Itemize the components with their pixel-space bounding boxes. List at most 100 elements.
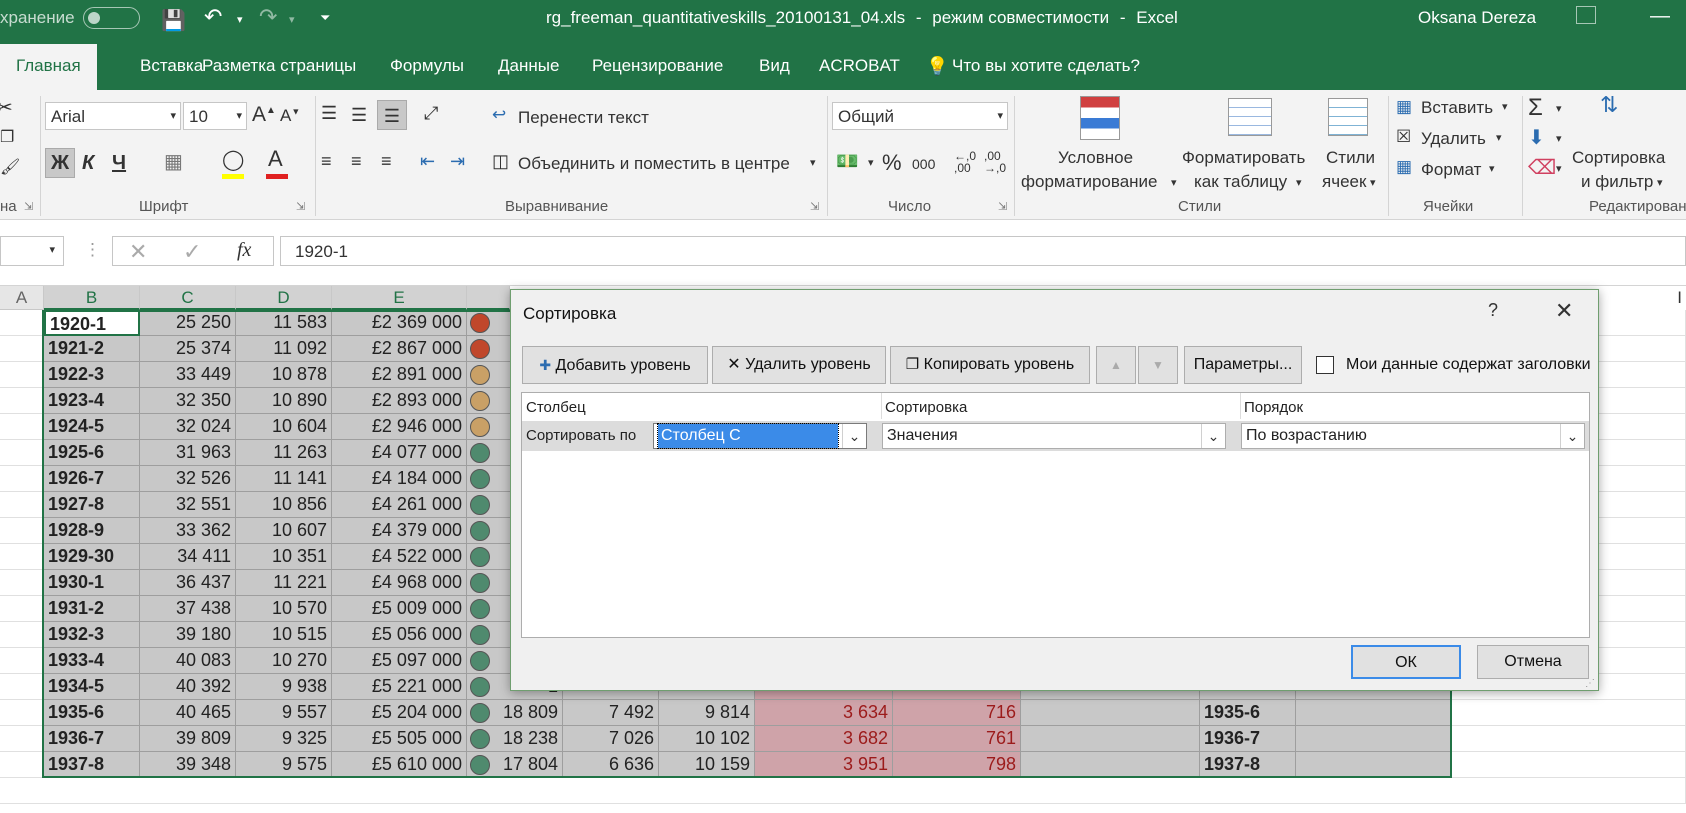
ok-button[interactable]: ОК xyxy=(1351,645,1461,679)
column-header-e[interactable]: E xyxy=(332,286,467,310)
wrap-text-icon[interactable]: ↩ xyxy=(492,106,506,123)
autosum-icon[interactable]: Σ xyxy=(1528,96,1543,120)
close-icon[interactable]: ✕ xyxy=(1555,298,1573,324)
column-header-a[interactable]: A xyxy=(0,286,44,310)
cell[interactable] xyxy=(0,466,44,492)
launcher-icon[interactable]: ⇲ xyxy=(998,202,1007,213)
tab-data[interactable]: Данные xyxy=(498,56,559,76)
grow-font-icon[interactable]: A▲ xyxy=(252,104,276,125)
increase-indent-icon[interactable]: ⇥ xyxy=(450,152,465,170)
autosave-toggle[interactable] xyxy=(83,7,140,29)
tell-me-box[interactable]: Что вы хотите сделать? xyxy=(952,56,1140,76)
fill-color-icon[interactable]: ◯ xyxy=(222,150,244,170)
column-header-b[interactable]: B xyxy=(44,286,140,310)
align-right-icon[interactable]: ≡ xyxy=(381,152,392,170)
cancel-icon[interactable]: ✕ xyxy=(129,239,147,265)
borders-icon[interactable]: ▦ xyxy=(164,152,183,172)
move-down-button[interactable]: ▼ xyxy=(1138,346,1178,384)
align-top-icon[interactable]: ☰ xyxy=(321,104,337,122)
tab-acrobat[interactable]: ACROBAT xyxy=(819,56,900,76)
wrap-text-button[interactable]: Перенести текст xyxy=(518,108,649,128)
formula-input[interactable]: 1920-1 xyxy=(280,236,1686,266)
cell[interactable] xyxy=(0,544,44,570)
decrease-indent-icon[interactable]: ⇤ xyxy=(420,152,435,170)
cell[interactable] xyxy=(0,726,44,752)
cell[interactable] xyxy=(1452,700,1686,726)
cell[interactable] xyxy=(0,648,44,674)
cell[interactable] xyxy=(0,388,44,414)
fill-icon[interactable]: ⬇ xyxy=(1528,128,1545,148)
cell[interactable] xyxy=(0,362,44,388)
chevron-down-icon[interactable]: ▾ xyxy=(868,156,874,169)
column-header-c[interactable]: C xyxy=(140,286,236,310)
cell-styles-label-2[interactable]: ячеек xyxy=(1322,172,1366,192)
minimize-icon[interactable]: — xyxy=(1650,5,1670,28)
delete-cells-button[interactable]: Удалить xyxy=(1421,129,1486,149)
merge-icon[interactable]: ◫ xyxy=(492,152,509,170)
undo-dropdown-icon[interactable]: ▾ xyxy=(237,13,243,26)
cell-styles-label-1[interactable]: Стили xyxy=(1326,148,1375,168)
format-as-table-label-1[interactable]: Форматировать xyxy=(1182,148,1305,168)
tab-page-layout[interactable]: Разметка страницы xyxy=(202,56,356,76)
name-box[interactable]: ▾ xyxy=(0,236,64,266)
sort-level-row[interactable]: Сортировать по Столбец C ⌄ Значения ⌄ По… xyxy=(522,421,1589,451)
chevron-down-icon[interactable]: ▾ xyxy=(1502,100,1508,113)
cell[interactable] xyxy=(0,492,44,518)
move-up-button[interactable]: ▲ xyxy=(1096,346,1136,384)
tab-home[interactable]: Главная xyxy=(0,44,97,90)
increase-decimal-icon[interactable]: ←,0,00 xyxy=(954,150,976,174)
enter-icon[interactable]: ✓ xyxy=(183,239,201,265)
insert-function-icon[interactable]: fx xyxy=(237,239,251,262)
cell[interactable] xyxy=(0,570,44,596)
conditional-format-label-2[interactable]: форматирование xyxy=(1021,172,1158,192)
cell[interactable] xyxy=(1452,752,1686,778)
column-select[interactable]: Столбец C ⌄ xyxy=(653,423,867,449)
align-middle-icon[interactable]: ☰ xyxy=(351,106,367,124)
sort-filter-label-2[interactable]: и фильтр xyxy=(1581,172,1653,192)
tab-insert[interactable]: Вставка xyxy=(140,56,203,76)
orientation-icon[interactable]: ⤢ xyxy=(424,104,438,122)
delete-cells-icon[interactable]: ☒ xyxy=(1396,128,1411,145)
order-select[interactable]: По возрастанию ⌄ xyxy=(1241,423,1585,449)
align-bottom-icon[interactable]: ☰ xyxy=(377,100,407,130)
redo-dropdown-icon[interactable]: ▾ xyxy=(289,13,295,26)
bold-button[interactable]: Ж xyxy=(45,148,75,178)
underline-button[interactable]: Ч xyxy=(112,153,126,173)
currency-icon[interactable]: 💵 xyxy=(836,152,858,170)
cell[interactable] xyxy=(1452,726,1686,752)
column-header-far[interactable]: I xyxy=(1599,286,1686,310)
cell[interactable] xyxy=(0,752,44,778)
undo-icon[interactable]: ↶ xyxy=(204,4,222,30)
delete-level-button[interactable]: ✕ Удалить уровень xyxy=(712,346,886,384)
format-as-table-label-2[interactable]: как таблицу xyxy=(1194,172,1287,192)
font-color-button[interactable]: A xyxy=(268,148,283,170)
conditional-format-label-1[interactable]: Условное xyxy=(1058,148,1133,168)
align-left-icon[interactable]: ≡ xyxy=(321,152,332,170)
column-header-f[interactable] xyxy=(467,286,510,310)
shrink-font-icon[interactable]: A▼ xyxy=(280,107,300,124)
decrease-decimal-icon[interactable]: ,00 →,0 xyxy=(984,150,1006,174)
column-header-d[interactable]: D xyxy=(236,286,332,310)
percent-button[interactable]: % xyxy=(882,150,902,176)
tab-review[interactable]: Рецензирование xyxy=(592,56,723,76)
cell[interactable] xyxy=(0,440,44,466)
help-button[interactable]: ? xyxy=(1488,300,1498,321)
cell[interactable] xyxy=(0,700,44,726)
copy-level-button[interactable]: ❐ Копировать уровень xyxy=(890,346,1090,384)
launcher-icon[interactable]: ⇲ xyxy=(24,202,33,213)
chevron-down-icon[interactable]: ▾ xyxy=(810,156,816,169)
cell[interactable] xyxy=(0,414,44,440)
chevron-down-icon[interactable]: ▾ xyxy=(1556,132,1562,145)
ribbon-display-icon[interactable] xyxy=(1576,6,1596,24)
redo-icon[interactable]: ↷ xyxy=(259,4,277,30)
clear-icon[interactable]: ⌫ xyxy=(1528,158,1556,178)
cell[interactable] xyxy=(0,674,44,700)
chevron-down-icon[interactable]: ▾ xyxy=(1657,176,1663,189)
tab-view[interactable]: Вид xyxy=(759,56,790,76)
cell[interactable] xyxy=(0,596,44,622)
format-cells-icon[interactable]: ▦ xyxy=(1396,158,1412,175)
cell[interactable] xyxy=(0,622,44,648)
align-center-icon[interactable]: ≡ xyxy=(351,152,362,170)
cut-icon[interactable]: ✂ xyxy=(0,98,13,118)
headers-checkbox-label[interactable]: Мои данные содержат заголовки xyxy=(1346,356,1591,374)
